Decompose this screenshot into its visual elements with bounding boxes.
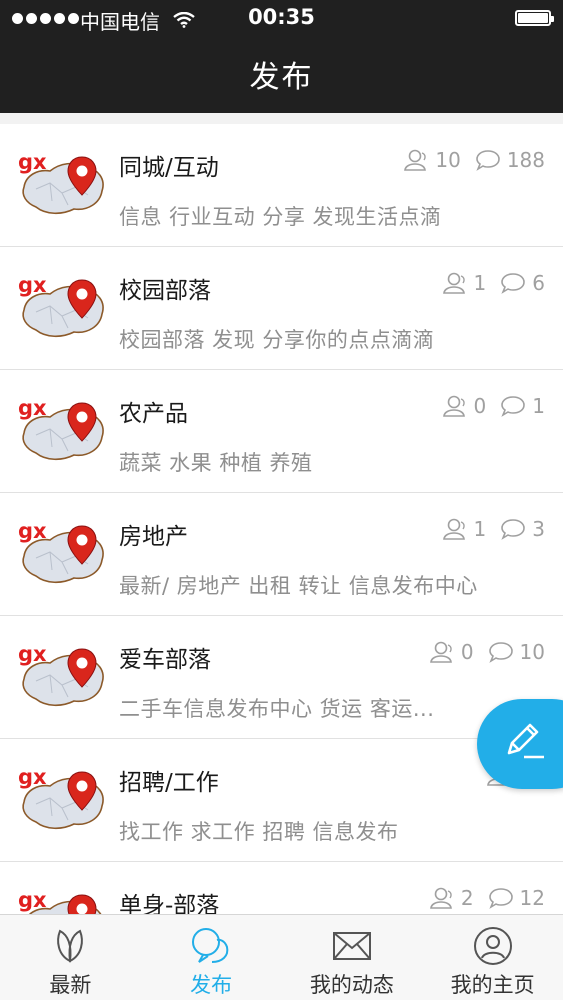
tab-my-activity-label: 我的动态 [309,973,394,997]
svg-text:gx: gx [18,519,47,543]
comments-icon [501,519,526,540]
comments-icon [476,150,500,171]
comments-icon [501,396,526,417]
tab-publish-label: 发布 [190,973,233,997]
channel-logo-icon: gx [18,273,104,338]
channel-stats: 1 3 [442,517,545,541]
channel-logo-icon: gx [18,519,104,584]
channel-stats: 0 1 [442,394,545,418]
channel-title: 单身-部落 [119,893,220,914]
channel-description: 校园部落 发现 分享你的点点滴滴 [119,328,435,352]
svg-text:gx: gx [18,150,47,174]
status-time: 00:35 [248,5,315,29]
comments-icon [488,642,513,663]
tab-my-activity[interactable]: 我的动态 [282,915,423,1000]
member-count: 10 [435,148,461,172]
pencil-icon [507,723,544,759]
channel-stats: 1 6 [442,271,545,295]
envelope-icon [332,932,371,960]
comment-count: 10 [519,640,545,664]
channel-title: 同城/互动 [119,155,219,181]
channel-title: 爱车部落 [119,647,211,673]
bottom-tab-bar: 最新 发布 我的动态 我的主页 [0,914,563,1000]
compose-button[interactable] [477,699,563,789]
member-count: 1 [473,271,487,295]
comment-count: 188 [506,148,545,172]
channel-description: 最新/ 房地产 出租 转让 信息发布中心 [119,574,478,598]
top-bar: 中国电信 00:35 发布 [0,0,563,113]
comments-icon [501,273,526,294]
tab-my-home-label: 我的主页 [450,973,535,997]
leaf-icon [57,929,84,963]
members-icon [442,272,465,294]
battery-icon [515,10,554,26]
channel-description: 信息 行业互动 分享 发现生活点滴 [119,205,442,229]
user-icon [473,927,512,965]
channel-stats: 2 12 [429,886,545,910]
channel-logo-icon: gx [18,150,104,215]
channel-row[interactable]: gx 农产品 0 1 蔬菜 水果 种植 养殖 [0,370,563,493]
channel-row[interactable]: gx 同城/互动 10 188 信息 行业互动 分享 发现生活点滴 [0,124,563,247]
tab-latest[interactable]: 最新 [0,915,141,1000]
page-title: 发布 [249,60,314,95]
member-count: 1 [473,517,487,541]
member-count: 2 [460,886,474,910]
comment-count: 12 [519,886,545,910]
members-icon [429,641,452,663]
comment-count: 6 [532,271,545,295]
comments-icon [488,888,513,909]
channel-title: 农产品 [119,401,188,427]
member-count: 0 [460,640,474,664]
screen: 中国电信 00:35 发布 gx 同城/互动 10 188 信息 行业互动 分享… [0,0,563,1000]
tab-latest-label: 最新 [49,973,92,997]
tab-publish[interactable]: 发布 [141,915,282,1000]
channel-logo-icon: gx [18,765,104,830]
channel-row[interactable]: gx 房地产 1 3 最新/ 房地产 出租 转让 信息发布中心 [0,493,563,616]
channel-title: 校园部落 [119,278,211,304]
svg-text:gx: gx [18,396,47,420]
bubbles-icon [192,928,229,963]
svg-text:gx: gx [18,273,47,297]
svg-text:gx: gx [18,888,47,912]
comment-count: 3 [532,517,545,541]
tab-my-home[interactable]: 我的主页 [422,915,563,1000]
channel-description: 找工作 求工作 招聘 信息发布 [119,820,399,844]
channel-title: 房地产 [119,524,188,550]
svg-text:gx: gx [18,765,47,789]
channel-title: 招聘/工作 [119,770,219,796]
channel-row[interactable]: gx 爱车部落 0 10 二手车信息发布中心 货运 客运... [0,616,563,739]
channel-stats: 0 10 [429,640,545,664]
channel-stats: 10 188 [403,148,545,172]
channel-logo-icon: gx [18,642,104,707]
channel-row[interactable]: gx 单身-部落 2 12 [0,862,563,914]
svg-text:gx: gx [18,642,47,666]
channel-description: 蔬菜 水果 种植 养殖 [119,451,313,475]
channel-row[interactable]: gx 校园部落 1 6 校园部落 发现 分享你的点点滴滴 [0,247,563,370]
channel-logo-icon: gx [18,888,102,914]
channel-description: 二手车信息发布中心 货运 客运... [119,697,435,721]
channel-list[interactable]: gx 同城/互动 10 188 信息 行业互动 分享 发现生活点滴 gx 校园部… [0,124,563,914]
status-bar: 中国电信 00:35 [0,0,563,38]
members-icon [442,518,465,540]
comment-count: 1 [532,394,545,418]
members-icon [442,395,465,417]
member-count: 0 [473,394,487,418]
members-icon [404,149,427,171]
members-icon [429,887,452,909]
channel-logo-icon: gx [18,396,104,461]
